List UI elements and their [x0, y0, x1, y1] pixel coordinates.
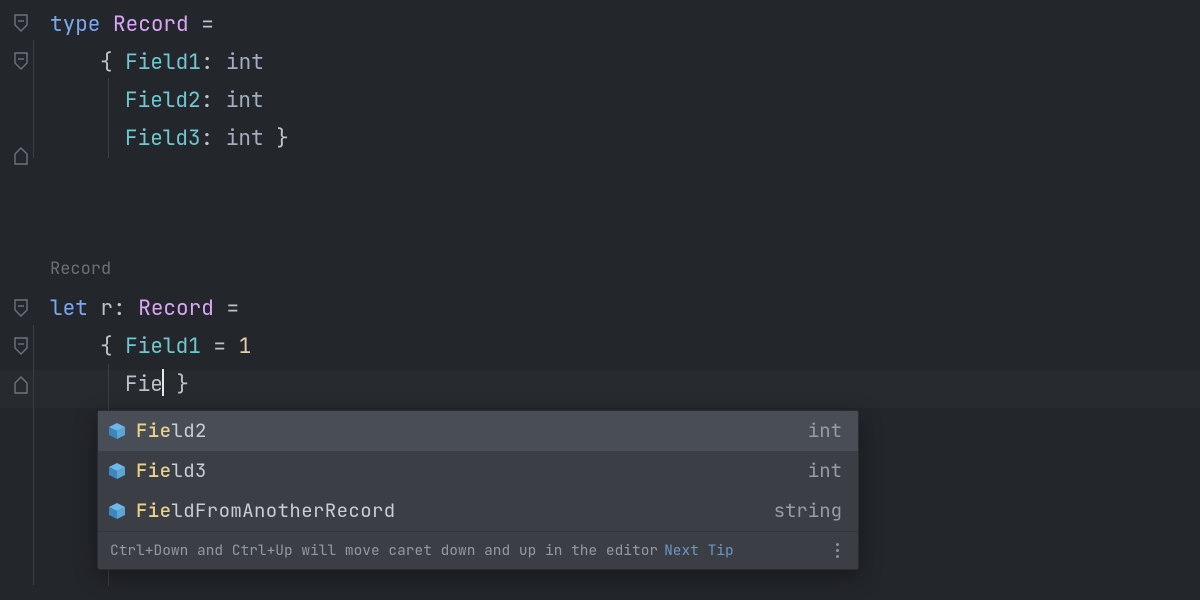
brace-open: {: [100, 49, 125, 76]
fold-marker-icon[interactable]: [14, 14, 28, 32]
fold-end-marker-icon[interactable]: [14, 147, 28, 165]
type-annotation: int: [226, 49, 264, 76]
brace-close: }: [264, 125, 289, 152]
brace-close: }: [164, 371, 189, 398]
code-editor[interactable]: type Record = { Field1: int Field2: int …: [0, 0, 1200, 600]
code-line: { Field1: int: [100, 44, 264, 82]
keyword: type: [50, 11, 100, 38]
code-area[interactable]: type Record = { Field1: int Field2: int …: [50, 0, 100, 600]
completion-item[interactable]: FieldFromAnotherRecord string: [98, 491, 858, 531]
field-name: Field1: [125, 49, 201, 76]
equals: =: [201, 11, 214, 38]
indent-guide: [108, 78, 109, 158]
type-name: Record: [138, 295, 214, 322]
completion-item[interactable]: Field3 int: [98, 451, 858, 491]
indent-guide: [33, 40, 34, 158]
number-literal: 1: [239, 333, 252, 360]
field-name: Field3: [125, 125, 201, 152]
field-icon: [108, 502, 126, 520]
type-name: Record: [113, 11, 189, 38]
inlay-hint: Record: [50, 250, 111, 288]
completion-label: Field2: [136, 413, 808, 449]
keyword: let: [50, 295, 88, 322]
code-line: { Field1 = 1: [100, 328, 251, 366]
indent-guide: [33, 325, 34, 585]
completion-type: int: [808, 413, 842, 449]
more-options-icon[interactable]: [828, 543, 846, 558]
code-line: let r: Record =: [50, 290, 239, 328]
field-icon: [108, 462, 126, 480]
completion-type: string: [774, 493, 842, 529]
type-annotation: int: [226, 87, 264, 114]
field-name: Field1: [125, 333, 201, 360]
brace-open: {: [100, 333, 125, 360]
binding-name: r: [100, 295, 113, 322]
completion-hint-text: Ctrl+Down and Ctrl+Up will move caret do…: [110, 533, 658, 569]
next-tip-link[interactable]: Next Tip: [664, 533, 734, 569]
type-annotation: int: [226, 125, 264, 152]
completion-popup[interactable]: Field2 int Field3 int FieldFromAnotherRe…: [97, 410, 859, 570]
completion-hint-bar: Ctrl+Down and Ctrl+Up will move caret do…: [98, 531, 858, 569]
completion-item[interactable]: Field2 int: [98, 411, 858, 451]
fold-end-marker-icon[interactable]: [14, 376, 28, 394]
completion-label: FieldFromAnotherRecord: [136, 493, 774, 529]
fold-marker-icon[interactable]: [14, 52, 28, 70]
field-name: Field2: [125, 87, 201, 114]
field-icon: [108, 422, 126, 440]
fold-marker-icon[interactable]: [14, 337, 28, 355]
completion-label: Field3: [136, 453, 808, 489]
code-line: Field3: int }: [125, 120, 289, 158]
code-line: type Record =: [50, 6, 214, 44]
code-line: Fie }: [125, 366, 189, 404]
completion-type: int: [808, 453, 842, 489]
gutter: [0, 0, 42, 600]
code-line: Field2: int: [125, 82, 264, 120]
fold-marker-icon[interactable]: [14, 299, 28, 317]
partial-identifier: Fie: [125, 371, 163, 398]
